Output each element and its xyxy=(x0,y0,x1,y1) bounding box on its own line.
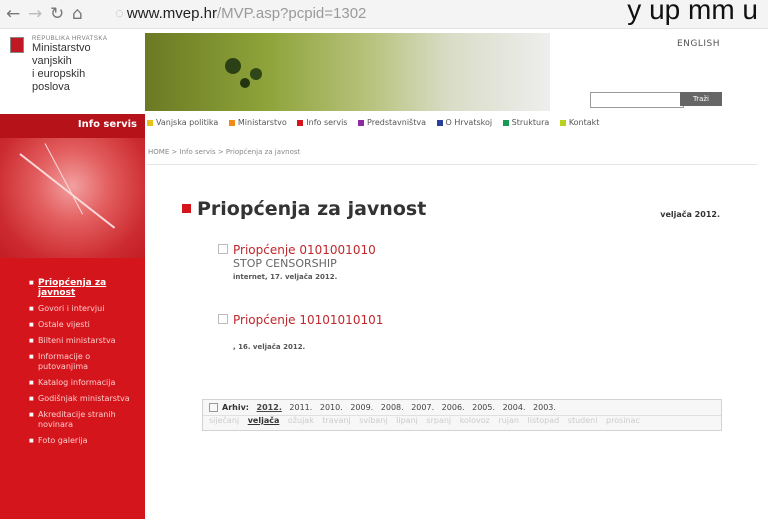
language-link[interactable]: ENGLISH xyxy=(677,39,720,49)
current-date: veljača 2012. xyxy=(660,210,720,219)
year-2006[interactable]: 2006. xyxy=(442,403,465,412)
url-host: www.mvep.hr xyxy=(126,5,217,22)
month-prosinac[interactable]: prosinac xyxy=(606,416,640,425)
year-2011[interactable]: 2011. xyxy=(289,403,312,412)
month-sijecanj[interactable]: siječanj xyxy=(209,416,239,425)
year-2007[interactable]: 2007. xyxy=(411,403,434,412)
nav-square-icon xyxy=(502,119,509,126)
release-meta: internet, 17. veljača 2012. xyxy=(233,273,338,281)
sidebar-item-priopcenja[interactable]: Priopćenja za javnost xyxy=(29,278,139,298)
search-input[interactable] xyxy=(590,92,684,108)
archive-months: siječanj veljača ožujak travanj svibanj … xyxy=(209,416,646,425)
nav-square-icon xyxy=(436,119,443,126)
page-icon: ◌ xyxy=(115,5,124,22)
sidebar-item-bilteni[interactable]: Bilteni ministarstva xyxy=(29,336,139,346)
month-kolovoz[interactable]: kolovoz xyxy=(460,416,490,425)
home-icon[interactable]: ⌂ xyxy=(72,4,83,24)
title-bullet-icon xyxy=(182,204,191,213)
breadcrumb[interactable]: HOME > Info servis > Priopćenja za javno… xyxy=(148,148,300,156)
month-svibanj[interactable]: svibanj xyxy=(359,416,387,425)
nav-info-servis[interactable]: Info servis xyxy=(297,118,347,127)
year-2009[interactable]: 2009. xyxy=(350,403,373,412)
release-item: Priopćenje 0101001010 STOP CENSORSHIP in… xyxy=(218,243,376,281)
release-meta: , 16. veljača 2012. xyxy=(233,343,306,351)
release-title-row[interactable]: Priopćenje 10101010101 xyxy=(218,313,383,327)
search-button[interactable]: Traži xyxy=(680,92,722,106)
nav-square-icon xyxy=(228,119,235,126)
nav-ministarstvo[interactable]: Ministarstvo xyxy=(228,118,287,127)
month-veljaca[interactable]: veljača xyxy=(248,416,280,425)
release-title[interactable]: Priopćenje 10101010101 xyxy=(233,313,383,327)
tree-shape xyxy=(250,68,262,80)
archive-years-row: Arhiv: 2012. 2011. 2010. 2009. 2008. 200… xyxy=(203,400,721,415)
month-studeni[interactable]: studeni xyxy=(568,416,598,425)
header-banner xyxy=(145,33,550,111)
ministry-line2: vanjskih xyxy=(32,55,72,67)
nav-o-hrvatskoj[interactable]: O Hrvatskoj xyxy=(436,118,492,127)
nav-square-icon xyxy=(297,119,304,126)
nav-square-icon xyxy=(358,119,365,126)
sidebar: Info servis Priopćenja za javnost Govori… xyxy=(0,114,145,519)
month-travanj[interactable]: travanj xyxy=(322,416,350,425)
ministry-logo[interactable]: REPUBLIKA HRVATSKA Ministarstvo vanjskih… xyxy=(32,36,107,94)
sidebar-item-govori[interactable]: Govori i intervjui xyxy=(29,304,139,314)
arrow-right-icon[interactable]: → xyxy=(28,4,42,24)
nav-kontakt[interactable]: Kontakt xyxy=(559,118,599,127)
overlay-text: y up mm u xyxy=(627,0,758,25)
sidebar-image xyxy=(0,138,145,258)
expand-icon[interactable] xyxy=(218,244,228,254)
archive-box: Arhiv: 2012. 2011. 2010. 2009. 2008. 200… xyxy=(202,399,722,431)
ministry-line3: i europskih xyxy=(32,68,86,80)
year-2010[interactable]: 2010. xyxy=(320,403,343,412)
sidebar-item-akreditacije[interactable]: Akreditacije stranih novinara xyxy=(29,410,139,430)
sidebar-menu: Priopćenja za javnost Govori i intervjui… xyxy=(0,278,145,446)
crest-icon xyxy=(10,37,24,53)
release-subtitle: STOP CENSORSHIP xyxy=(233,257,337,270)
nav-square-icon xyxy=(559,119,566,126)
archive-months-row: siječanj veljača ožujak travanj svibanj … xyxy=(203,415,721,425)
year-2003[interactable]: 2003. xyxy=(533,403,556,412)
nav-struktura[interactable]: Struktura xyxy=(502,118,549,127)
site-header: REPUBLIKA HRVATSKA Ministarstvo vanjskih… xyxy=(0,29,768,114)
month-srpanj[interactable]: srpanj xyxy=(426,416,451,425)
release-title[interactable]: Priopćenje 0101001010 xyxy=(233,243,376,257)
expand-icon[interactable] xyxy=(218,314,228,324)
reload-icon[interactable]: ↻ xyxy=(50,4,64,24)
year-2004[interactable]: 2004. xyxy=(503,403,526,412)
ministry-line4: poslova xyxy=(32,81,70,93)
sidebar-item-foto[interactable]: Foto galerija xyxy=(29,436,139,446)
top-navigation: Vanjska politika Ministarstvo Info servi… xyxy=(147,118,757,136)
sidebar-item-katalog[interactable]: Katalog informacija xyxy=(29,378,139,388)
month-listopad[interactable]: listopad xyxy=(528,416,560,425)
archive-years: 2012. 2011. 2010. 2009. 2008. 2007. 2006… xyxy=(257,403,561,412)
sidebar-item-putovanja[interactable]: Informacije o putovanjima xyxy=(29,352,139,372)
ministry-line1: Ministarstvo xyxy=(32,42,91,54)
year-2008[interactable]: 2008. xyxy=(381,403,404,412)
image-line xyxy=(19,153,116,229)
month-rujan[interactable]: rujan xyxy=(498,416,519,425)
sidebar-item-godisnjak[interactable]: Godišnjak ministarstva xyxy=(29,394,139,404)
year-2012[interactable]: 2012. xyxy=(257,403,282,412)
browser-bar: ← → ↻ ⌂ ◌ www.mvep.hr/MVP.asp?pcpid=1302 … xyxy=(0,0,768,29)
nav-square-icon xyxy=(147,119,153,126)
archive-icon xyxy=(209,403,218,412)
page-title-text: Priopćenja za javnost xyxy=(197,198,427,220)
nav-predstavnistva[interactable]: Predstavništva xyxy=(358,118,426,127)
url-path: /MVP.asp?pcpid=1302 xyxy=(216,5,367,22)
month-ozujak[interactable]: ožujak xyxy=(288,416,314,425)
release-title-row[interactable]: Priopćenje 0101001010 xyxy=(218,243,376,257)
sidebar-item-ostale-vijesti[interactable]: Ostale vijesti xyxy=(29,320,139,330)
month-lipanj[interactable]: lipanj xyxy=(396,416,418,425)
tree-shape xyxy=(225,58,241,74)
sidebar-title: Info servis xyxy=(0,114,145,138)
page-title: Priopćenja za javnost xyxy=(182,198,426,220)
arrow-left-icon[interactable]: ← xyxy=(6,4,20,24)
year-2005[interactable]: 2005. xyxy=(472,403,495,412)
divider xyxy=(147,164,757,165)
release-item: Priopćenje 10101010101 , 16. veljača 201… xyxy=(218,313,383,351)
tree-shape xyxy=(240,78,250,88)
archive-label: Arhiv: xyxy=(222,403,249,412)
nav-vanjska-politika[interactable]: Vanjska politika xyxy=(147,118,218,127)
